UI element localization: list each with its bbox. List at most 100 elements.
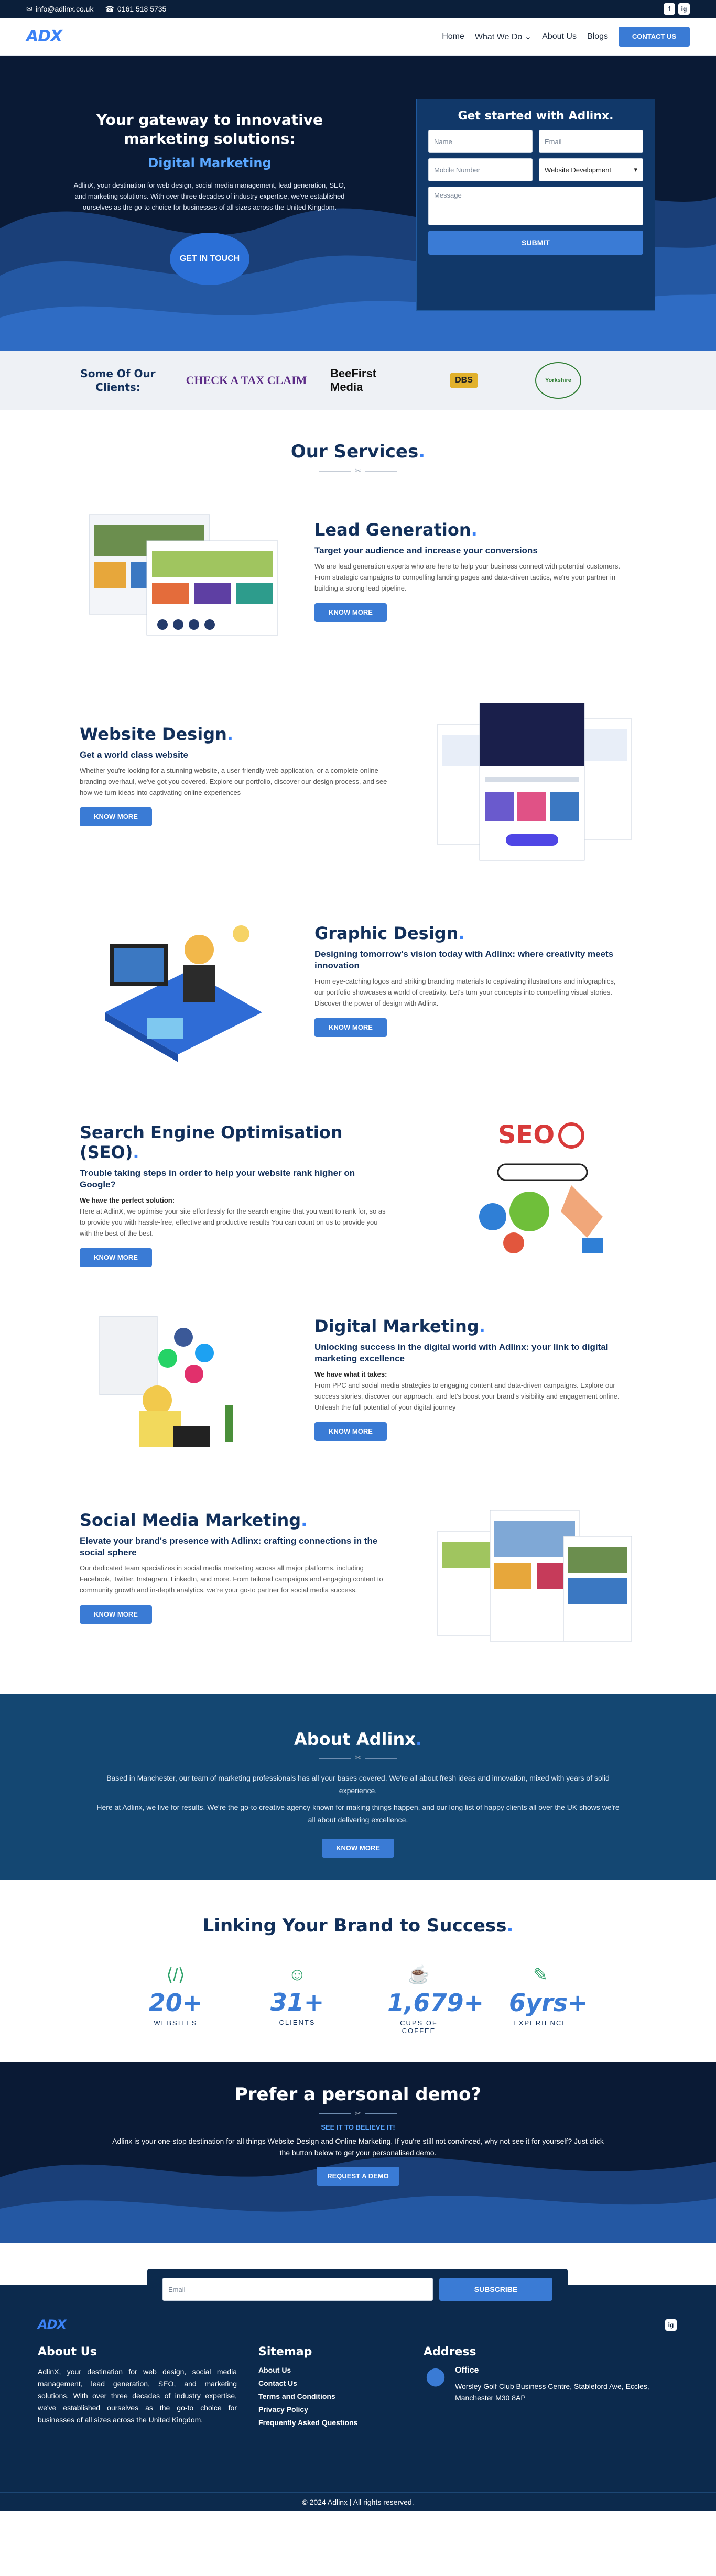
name-input[interactable]: Name <box>428 130 533 153</box>
submit-button[interactable]: SUBMIT <box>428 231 643 255</box>
service-lead: We have the perfect solution: <box>80 1196 175 1204</box>
service-title: Graphic Design. <box>314 923 465 943</box>
footer-link-contact[interactable]: Contact Us <box>258 2379 395 2387</box>
social-media-illustration <box>432 1505 637 1652</box>
mail-icon: ✉ <box>26 4 32 13</box>
page-bottom <box>0 2511 716 2576</box>
digital-marketing-illustration <box>89 1306 257 1458</box>
about-text-1: Based in Manchester, our team of marketi… <box>106 1774 610 1795</box>
footer-link-about[interactable]: About Us <box>258 2366 395 2374</box>
service-headline: Designing tomorrow's vision today with A… <box>314 949 614 970</box>
email-input[interactable]: Email <box>539 130 643 153</box>
facebook-icon[interactable]: f <box>664 3 675 15</box>
form-title: Get started with Adlinx. <box>458 110 614 123</box>
know-more-button[interactable]: KNOW MORE <box>314 603 387 622</box>
coffee-icon: ☕ <box>407 1965 430 1985</box>
link-icon: ✂ <box>355 1753 361 1762</box>
service-title: Search Engine Optimisation (SEO). <box>80 1122 343 1162</box>
nav-home[interactable]: Home <box>442 32 464 41</box>
service-title: Lead Generation. <box>314 520 478 540</box>
code-icon: ⟨/⟩ <box>166 1965 185 1985</box>
nav-what-we-do[interactable]: What We Do ⌄ <box>475 31 531 42</box>
service-text: We are lead generation experts who are h… <box>314 562 620 592</box>
clients-label: Some Of Our Clients: <box>80 367 156 394</box>
client-logo-yorkshire: Yorkshire <box>519 362 598 399</box>
demo-subtitle: SEE IT TO BELIEVE IT! <box>321 2123 395 2131</box>
email-contact[interactable]: ✉ info@adlinx.co.uk <box>26 5 93 14</box>
about-know-more-button[interactable]: KNOW MORE <box>322 1839 394 1858</box>
footer-logo[interactable]: ADX <box>38 2317 67 2332</box>
service-title: Digital Marketing. <box>314 1316 485 1336</box>
nav-blogs[interactable]: Blogs <box>587 32 608 41</box>
chevron-down-icon: ⌄ <box>524 32 532 41</box>
service-select[interactable]: Website Development ▾ <box>539 158 643 181</box>
footer-about: About Us AdlinX, your destination for we… <box>38 2345 237 2424</box>
chevron-down-icon: ▾ <box>634 166 637 173</box>
know-more-button[interactable]: KNOW MORE <box>314 1422 387 1441</box>
know-more-button[interactable]: KNOW MORE <box>80 1605 152 1624</box>
about-text-2: Here at Adlinx, we live for results. We'… <box>96 1803 620 1824</box>
hero-subtitle: Digital Marketing <box>148 156 272 170</box>
stat-coffee: ☕ 1,679+ CUPS OF COFFEE <box>387 1965 484 2035</box>
client-logo-dbs: DBS <box>430 362 498 399</box>
main-nav: ADX Home What We Do ⌄ About Us Blogs CON… <box>0 18 716 56</box>
know-more-button[interactable]: KNOW MORE <box>314 1018 387 1037</box>
message-textarea[interactable]: Message <box>428 187 643 225</box>
title-divider: ✂ <box>0 466 716 475</box>
service-website-design: Website Design. Get a world class websit… <box>0 698 716 897</box>
phone-icon: ☎ <box>105 4 114 13</box>
footer-link-privacy[interactable]: Privacy Policy <box>258 2405 395 2414</box>
service-graphic-design: Graphic Design. Designing tomorrow's vis… <box>0 897 716 1096</box>
location-pin-icon: ⬤ <box>426 2366 446 2386</box>
service-text: Whether you're looking for a stunning we… <box>80 767 387 796</box>
demo-title: Prefer a personal demo? <box>234 2084 482 2105</box>
service-social-media-marketing: Social Media Marketing. Elevate your bra… <box>0 1494 716 1694</box>
service-text: From PPC and social media strategies to … <box>314 1381 620 1411</box>
footer-sitemap: Sitemap About Us Contact Us Terms and Co… <box>258 2345 395 2431</box>
service-lead: We have what it takes: <box>314 1370 387 1378</box>
service-text: Our dedicated team specializes in social… <box>80 1564 383 1594</box>
service-headline: Elevate your brand's presence with Adlin… <box>80 1536 378 1557</box>
graphic-design-illustration <box>84 913 273 1065</box>
mobile-input[interactable]: Mobile Number <box>428 158 533 181</box>
footer-address: Address ⬤ Office Worsley Golf Club Busin… <box>424 2345 675 2404</box>
services-title: Our Services. <box>290 441 426 462</box>
service-headline: Get a world class website <box>80 750 188 760</box>
request-demo-button[interactable]: REQUEST A DEMO <box>317 2167 399 2186</box>
service-digital-marketing: Digital Marketing. Unlocking success in … <box>0 1295 716 1494</box>
title-divider: ✂ <box>0 2109 716 2118</box>
know-more-button[interactable]: KNOW MORE <box>80 807 152 826</box>
adlinx-logo[interactable]: ADX <box>26 27 62 46</box>
demo-text: Adlinx is your one-stop destination for … <box>112 2137 604 2157</box>
footer-link-faq[interactable]: Frequently Asked Questions <box>258 2418 395 2427</box>
service-headline: Unlocking success in the digital world w… <box>314 1342 609 1363</box>
document-icon: ✎ <box>533 1965 548 1985</box>
get-in-touch-button[interactable]: GET IN TOUCH <box>170 233 249 285</box>
copyright: © 2024 Adlinx | All rights reserved. <box>0 2492 716 2511</box>
top-bar: ✉ info@adlinx.co.uk ☎ 0161 518 5735 f ig <box>0 0 716 18</box>
seo-illustration: SEO <box>451 1112 619 1264</box>
service-text: Here at AdlinX, we optimise your site ef… <box>80 1207 386 1237</box>
nav-about-us[interactable]: About Us <box>542 32 577 41</box>
service-seo: Search Engine Optimisation (SEO). Troubl… <box>0 1096 716 1295</box>
about-section: About Adlinx. ✂ Based in Manchester, our… <box>0 1694 716 1880</box>
stats-title: Linking Your Brand to Success. <box>202 1915 514 1936</box>
svg-text:SEO: SEO <box>498 1120 555 1150</box>
know-more-button[interactable]: KNOW MORE <box>80 1248 152 1267</box>
subscribe-button[interactable]: SUBSCRIBE <box>439 2278 552 2301</box>
stat-websites: ⟨/⟩ 20+ WEBSITES <box>144 1964 207 2035</box>
phone-contact[interactable]: ☎ 0161 518 5735 <box>105 5 166 14</box>
service-title: Social Media Marketing. <box>80 1510 308 1530</box>
service-lead-generation: Lead Generation. Target your audience an… <box>0 499 716 698</box>
service-title: Website Design. <box>80 724 234 744</box>
instagram-icon[interactable]: ig <box>678 3 690 15</box>
instagram-icon[interactable]: ig <box>665 2319 677 2331</box>
hero-section: Your gateway to innovative marketing sol… <box>0 56 716 351</box>
footer-link-terms[interactable]: Terms and Conditions <box>258 2392 395 2400</box>
footer: Email SUBSCRIBE ADX ig About Us AdlinX, … <box>0 2269 716 2511</box>
service-headline: Target your audience and increase your c… <box>314 545 538 555</box>
link-icon: ✂ <box>355 2109 361 2117</box>
newsletter-email-input[interactable]: Email <box>162 2278 433 2301</box>
newsletter-bar: Email SUBSCRIBE <box>147 2269 568 2310</box>
contact-us-button[interactable]: CONTACT US <box>619 26 690 47</box>
